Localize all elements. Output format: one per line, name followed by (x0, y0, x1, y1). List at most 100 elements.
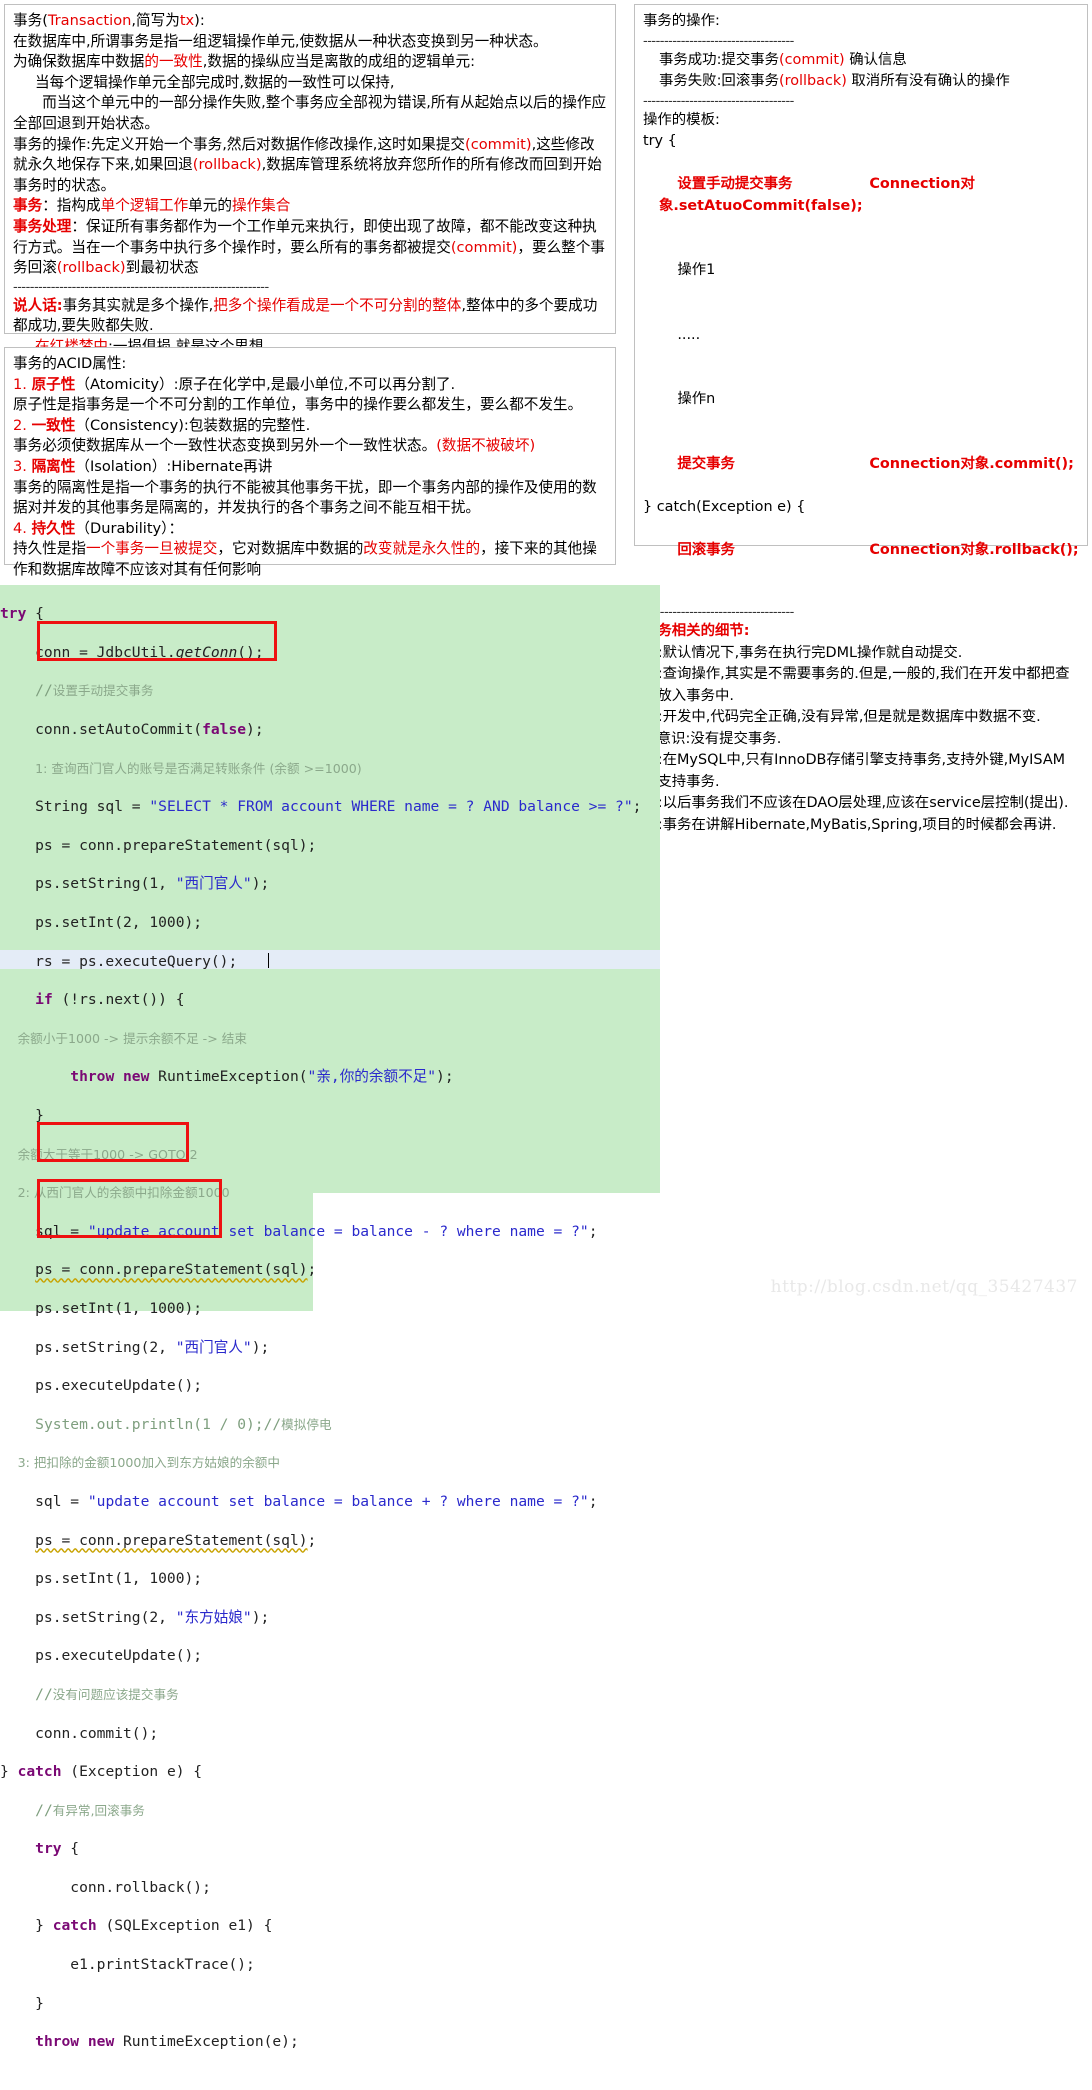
plain-explanation-label: 说人话: (13, 296, 63, 314)
acid-item-isolation: 3. 隔离性（Isolation）:Hibernate再讲 (13, 457, 273, 475)
code-line-8: ps.setInt(2, 1000); (0, 914, 203, 932)
ops-row-3-left: 操作n (677, 391, 716, 407)
ops-row-opn: 操作n (643, 368, 1079, 433)
acid-consistency-name: 一致性 (31, 416, 76, 434)
code-line-1: conn = JdbcUtil.getConn(); (0, 643, 264, 661)
java-code-block: try { conn = JdbcUtil.getConn(); //设置手动提… (0, 585, 1092, 2050)
acid-isolation-detail: 事务的隔离性是指一个事务的执行不能被其他事务干扰，即一个事务内部的操作及使用的数… (13, 478, 597, 517)
intro-line-1: 在数据库中,所谓事务是指一组逻辑操作单元,使数据从一种状态变换到另一种状态。 (13, 32, 548, 50)
code-line-34: } catch (SQLException e1) { (0, 1917, 273, 1935)
ops-row-4-left: 提交事务 (677, 455, 735, 472)
code-line-37: throw new RuntimeException(e); (35, 2033, 299, 2051)
code-line-6: ps = conn.prepareStatement(sql); (0, 836, 317, 854)
code-line-16: sql = "update account set balance = bala… (0, 1222, 598, 1240)
acid-item-durability: 4. 持久性（Durability）： (13, 519, 184, 537)
code-line-36: } (0, 1994, 44, 2012)
ops-divider-2: ------------------------------------ (643, 93, 794, 109)
code-line-18: ps.setInt(1, 1000); (0, 1299, 203, 1317)
intro-line-2: 为确保数据库中数据的一致性,数据的操纵应当是离散的成组的逻辑单元: (13, 53, 475, 71)
code-line-9: rs = ps.executeQuery(); (0, 952, 238, 970)
acid-properties-panel: 事务的ACID属性: 1. 原子性（Atomicity）:原子在化学中,是最小单… (4, 347, 616, 578)
acid-consistency-en: （Consistency) (75, 416, 184, 434)
code-line-23: sql = "update account set balance = bala… (0, 1492, 598, 1510)
ops-row-4-right: Connection对象.commit(); (869, 455, 1074, 472)
acid-heading: 事务的ACID属性: (13, 355, 127, 372)
acid-durability-name: 持久性 (31, 519, 76, 537)
acid-durability-detail: 持久性是指一个事务一旦被提交，它对数据库中数据的改变就是永久性的，接下来的其他操… (13, 540, 597, 578)
acid-consistency-detail: 事务必须使数据库从一个一致性状态变换到另外一个一致性状态。(数据不被破坏) (13, 437, 536, 455)
ops-row-1-left: 操作1 (677, 262, 716, 278)
intro-line-4: 而当这个单元中的一部分操作失败,整个事务应全部视为错误,所有从起始点以后的操作应… (13, 94, 607, 132)
ops-success-label: 事务成功: (659, 51, 722, 68)
code-line-11: 余额小于1000 -> 提示余额不足 -> 结束 (17, 1030, 247, 1046)
ops-row-commit: 提交事务 Connection对象.commit(); (643, 432, 1079, 497)
code-line-7: ps.setString(1, "西门官人"); (0, 875, 270, 893)
code-line-4: 1: 查询西门官人的账号是否满足转账条件 (余额 >=1000) (35, 760, 362, 776)
acid-atomicity-detail: 原子性是指事务是一个不可分割的工作单位，事务中的操作要么都发生，要么都不发生。 (13, 396, 583, 414)
intro-title-line: 事务(Transaction,简写为tx): (13, 12, 205, 29)
acid-durability-brief: ： (168, 519, 184, 537)
ops-fail-line: 事务失败:回滚事务(rollback) 取消所有没有确认的操作 (659, 73, 1010, 89)
intro-divider: ----------------------------------------… (13, 279, 269, 295)
code-line-5: String sql = "SELECT * FROM account WHER… (0, 798, 642, 816)
acid-item-atomicity: 1. 原子性（Atomicity）:原子在化学中,是最小单位,不可以再分割了. (13, 375, 456, 393)
ops-row-2-left: ..... (677, 326, 701, 343)
ops-divider-1: ------------------------------------ (643, 33, 794, 49)
ops-fail-label: 事务失败: (659, 73, 722, 89)
intro-line-3: 当每个逻辑操作单元全部完成时,数据的一致性可以保持, (35, 73, 395, 91)
code-line-32: try { (35, 1840, 80, 1858)
acid-atomicity-brief: :原子在化学中,是最小单位,不可以再分割了. (173, 375, 456, 393)
term-transaction: 事务：指构成单个逻辑工作单元的操作集合 (13, 197, 291, 215)
acid-item-consistency: 2. 一致性（Consistency):包装数据的完整性. (13, 416, 311, 434)
code-line-22: 3: 把扣除的金额1000加入到东方姑娘的余额中 (17, 1455, 280, 1471)
intro-line-5: 事务的操作:先定义开始一个事务,然后对数据作修改操作,这时如果提交(commit… (13, 135, 602, 194)
site-watermark: http://blog.csdn.net/qq_35427437 (770, 1277, 1078, 1297)
code-line-24: ps = conn.prepareStatement(sql); (35, 1531, 317, 1549)
term-transaction-processing: 事务处理：保证所有事务都作为一个工作单元来执行，即使出现了故障，都不能改变这种执… (13, 217, 605, 277)
code-line-0: try { (0, 605, 44, 623)
acid-durability-en: （Durability） (75, 519, 169, 537)
term-processing-label: 事务处理 (13, 217, 72, 235)
code-line-2: //设置手动提交事务 (35, 682, 154, 700)
ops-row-ellipsis: ..... (643, 303, 1079, 368)
acid-atomicity-name: 原子性 (31, 375, 76, 393)
code-line-3: conn.setAutoCommit(false); (0, 721, 264, 739)
code-line-35: e1.printStackTrace(); (0, 1956, 255, 1974)
acid-isolation-en: （Isolation） (75, 457, 167, 475)
ops-row-rollback: 回滚事务 Connection对象.rollback(); (643, 518, 1079, 583)
code-line-33: conn.rollback(); (0, 1878, 211, 1896)
code-line-25: ps.setInt(1, 1000); (0, 1570, 203, 1588)
code-line-31: //有异常,回滚事务 (35, 1801, 145, 1819)
code-line-12: throw new RuntimeException("亲,你的余额不足"); (70, 1068, 454, 1086)
code-line-21: System.out.println(1 / 0);//模拟停电 (35, 1415, 332, 1433)
acid-isolation-name: 隔离性 (31, 457, 76, 475)
code-line-27: ps.executeUpdate(); (0, 1647, 203, 1665)
ops-row-op1: 操作1 (643, 239, 1079, 304)
plain-explanation: 说人话:事务其实就是多个操作,把多个操作看成是一个不可分割的整体,整体中的多个要… (13, 296, 598, 335)
code-line-28: //没有问题应该提交事务 (35, 1685, 179, 1703)
ops-row-0-left: 设置手动提交事务 (677, 176, 793, 192)
ops-heading: 事务的操作: (643, 13, 720, 29)
code-line-29: conn.commit(); (0, 1724, 159, 1742)
text-caret (268, 953, 269, 968)
code-line-26: ps.setString(2, "东方姑娘"); (0, 1608, 270, 1626)
code-line-14: 余额大于等于1000 -> GOTO 2 (17, 1146, 198, 1162)
acid-isolation-brief: :Hibernate再讲 (166, 457, 273, 475)
ops-catch-line: } catch(Exception e) { (643, 498, 806, 515)
code-line-20: ps.executeUpdate(); (0, 1377, 203, 1395)
ops-rollback-right: Connection对象.rollback(); (869, 541, 1079, 558)
ops-try-open: try { (643, 133, 677, 149)
code-line-19: ps.setString(2, "西门官人"); (0, 1338, 270, 1356)
acid-consistency-brief: :包装数据的完整性. (183, 416, 311, 434)
term-transaction-label: 事务 (13, 197, 43, 215)
acid-atomicity-en: （Atomicity） (75, 375, 174, 393)
transaction-operations-panel: 事务的操作: ---------------------------------… (634, 4, 1088, 833)
ops-rollback-left: 回滚事务 (677, 541, 735, 558)
code-line-10: if (!rs.next()) { (35, 991, 185, 1009)
durability-red-2: 改变就是永久性的 (363, 540, 481, 558)
transaction-intro-panel: 事务(Transaction,简写为tx): 在数据库中,所谓事务是指一组逻辑操… (4, 4, 616, 355)
code-line-30: } catch (Exception e) { (0, 1763, 203, 1781)
ops-success-line: 事务成功:提交事务(commit) 确认信息 (659, 51, 907, 68)
code-line-15: 2: 从西门官人的余额中扣除金额1000 (17, 1185, 230, 1201)
code-lines[interactable]: try { conn = JdbcUtil.getConn(); //设置手动提… (0, 585, 1092, 2090)
